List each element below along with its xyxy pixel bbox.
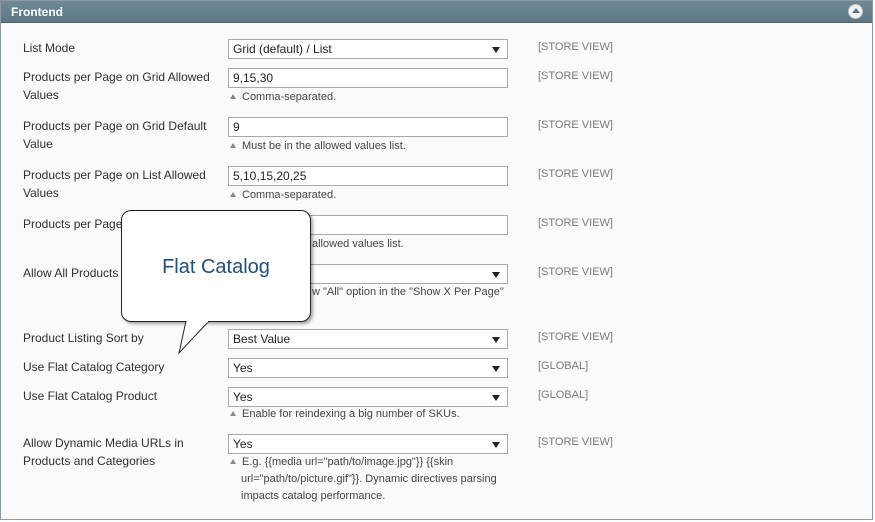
- flat-catalog-category-select[interactable]: Yes: [228, 358, 508, 378]
- scope-label: [STORE VIEW]: [538, 70, 613, 82]
- list-allowed-values-input[interactable]: 5,10,15,20,25: [228, 166, 508, 186]
- flat-catalog-product-select[interactable]: Yes: [228, 387, 508, 407]
- section-header[interactable]: Frontend: [1, 1, 872, 23]
- chevron-down-icon: [492, 395, 500, 401]
- note-triangle-icon: [230, 143, 236, 148]
- scope-label: [STORE VIEW]: [538, 436, 613, 448]
- scope-label: [STORE VIEW]: [538, 119, 613, 131]
- chevron-down-icon: [492, 442, 500, 448]
- scope-label: [STORE VIEW]: [538, 266, 613, 278]
- collapse-up-icon[interactable]: [848, 4, 863, 19]
- grid-allowed-values-label: Products per Page on Grid Allowed Values: [23, 70, 210, 102]
- scope-label: [GLOBAL]: [538, 389, 589, 401]
- scope-label: [STORE VIEW]: [538, 41, 613, 53]
- grid-default-value-note: Must be in the allowed values list.: [230, 138, 520, 155]
- section-title: Frontend: [11, 5, 63, 19]
- scope-label: [GLOBAL]: [538, 360, 589, 372]
- note-triangle-icon: [230, 459, 236, 464]
- scope-label: [STORE VIEW]: [538, 217, 613, 229]
- callout-tail: [178, 321, 210, 355]
- dynamic-media-urls-select[interactable]: Yes: [228, 434, 508, 454]
- list-default-value-note: allowed values list.: [312, 238, 404, 250]
- list-allowed-values-label: Products per Page on List Allowed Values: [23, 168, 206, 200]
- note-line: E.g. {{media url="path/to/image.jpg"}} {…: [230, 454, 520, 471]
- note-line: impacts catalog performance.: [241, 490, 386, 502]
- grid-allowed-values-note: Comma-separated.: [230, 89, 520, 106]
- list-mode-value: Grid (default) / List: [233, 42, 332, 56]
- flat-catalog-category-label: Use Flat Catalog Category: [23, 360, 165, 374]
- sort-by-select[interactable]: Best Value: [228, 329, 508, 349]
- note-triangle-icon: [230, 192, 236, 197]
- flat-catalog-callout: Flat Catalog: [121, 210, 311, 322]
- flat-catalog-product-note: Enable for reindexing a big number of SK…: [230, 406, 520, 423]
- note-triangle-icon: [230, 411, 236, 416]
- chevron-down-icon: [492, 366, 500, 372]
- scope-label: [STORE VIEW]: [538, 331, 613, 343]
- flat-catalog-product-label: Use Flat Catalog Product: [23, 389, 158, 403]
- dynamic-media-urls-note: E.g. {{media url="path/to/image.jpg"}} {…: [230, 454, 520, 505]
- allow-all-products-note: w "All" option in the "Show X Per Page": [312, 286, 504, 298]
- grid-default-value-input[interactable]: 9: [228, 117, 508, 137]
- note-line: url="path/to/picture.gif"}}. Dynamic dir…: [241, 473, 497, 485]
- grid-default-value-label: Products per Page on Grid Default Value: [23, 119, 207, 151]
- chevron-down-icon: [492, 337, 500, 343]
- scope-label: [STORE VIEW]: [538, 168, 613, 180]
- note-triangle-icon: [230, 94, 236, 99]
- list-allowed-values-note: Comma-separated.: [230, 187, 520, 204]
- list-mode-select[interactable]: Grid (default) / List: [228, 39, 508, 59]
- dynamic-media-urls-label: Allow Dynamic Media URLs in Products and…: [23, 436, 184, 468]
- list-mode-label: List Mode: [23, 41, 76, 55]
- chevron-down-icon: [492, 47, 500, 53]
- grid-allowed-values-input[interactable]: 9,15,30: [228, 68, 508, 88]
- chevron-down-icon: [492, 272, 500, 278]
- callout-text: Flat Catalog: [162, 256, 270, 278]
